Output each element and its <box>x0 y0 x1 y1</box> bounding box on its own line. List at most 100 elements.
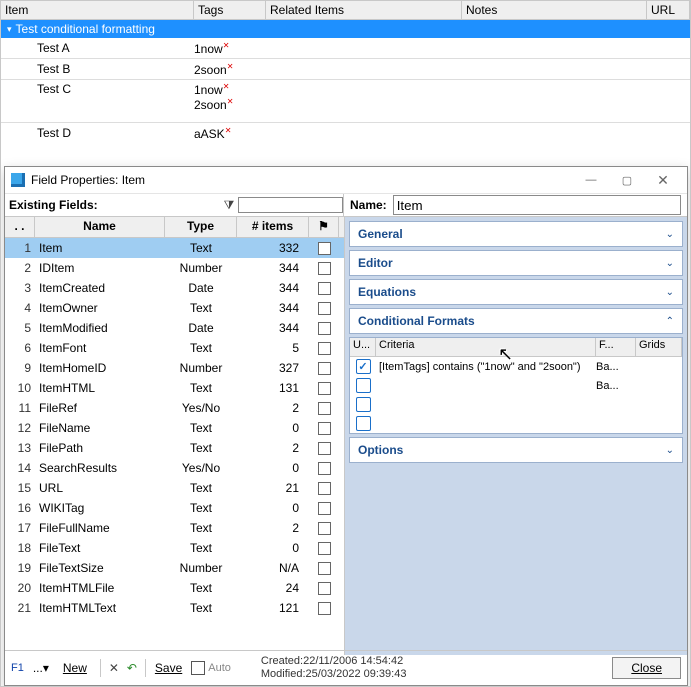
field-row[interactable]: 6 ItemFont Text 5 <box>5 338 344 358</box>
col-flag[interactable]: ⚑ <box>309 217 339 237</box>
section-options[interactable]: Options⌄ <box>349 437 683 463</box>
tags-cell: 2soon✕ <box>194 62 266 77</box>
col-type[interactable]: Type <box>165 217 237 237</box>
row-name: FilePath <box>35 441 165 455</box>
row-flag-checkbox[interactable] <box>318 282 331 295</box>
row-name: FileFullName <box>35 521 165 535</box>
data-row[interactable]: Test C 1now✕2soon✕ <box>1 79 690 122</box>
row-flag-checkbox[interactable] <box>318 502 331 515</box>
cf-row[interactable] <box>350 414 682 433</box>
field-row[interactable]: 11 FileRef Yes/No 2 <box>5 398 344 418</box>
row-flag-checkbox[interactable] <box>318 582 331 595</box>
row-flag-checkbox[interactable] <box>318 442 331 455</box>
maximize-button[interactable]: ▢ <box>609 174 645 187</box>
row-flag-checkbox[interactable] <box>318 342 331 355</box>
cf-col-format[interactable]: F... <box>596 338 636 356</box>
field-row[interactable]: 4 ItemOwner Text 344 <box>5 298 344 318</box>
field-row[interactable]: 15 URL Text 21 <box>5 478 344 498</box>
delete-icon[interactable]: ✕ <box>105 661 123 675</box>
col-tags[interactable]: Tags <box>194 1 266 19</box>
row-flag-checkbox[interactable] <box>318 402 331 415</box>
name-label: Name: <box>350 198 387 212</box>
conditional-formats-grid: U... Criteria F... Grids [ItemTags] cont… <box>349 337 683 434</box>
cf-use-checkbox[interactable] <box>356 416 371 431</box>
field-row[interactable]: 5 ItemModified Date 344 <box>5 318 344 338</box>
cf-col-criteria[interactable]: Criteria <box>376 338 596 356</box>
row-flag-checkbox[interactable] <box>318 542 331 555</box>
name-input[interactable] <box>393 195 681 215</box>
close-button[interactable]: ✕ <box>645 172 681 189</box>
close-dialog-button[interactable]: Close <box>612 657 681 679</box>
row-flag-checkbox[interactable] <box>318 382 331 395</box>
row-index: 15 <box>5 481 35 495</box>
field-row[interactable]: 9 ItemHomeID Number 327 <box>5 358 344 378</box>
cf-col-grids[interactable]: Grids <box>636 338 682 356</box>
field-row[interactable]: 17 FileFullName Text 2 <box>5 518 344 538</box>
section-conditional[interactable]: Conditional Formats⌃ <box>349 308 683 334</box>
group-row[interactable]: ▾ Test conditional formatting <box>1 20 690 38</box>
cf-use-checkbox[interactable] <box>356 359 371 374</box>
cf-use-checkbox[interactable] <box>356 397 371 412</box>
data-row[interactable]: Test D aASK✕ <box>1 122 690 143</box>
undo-icon[interactable]: ↶ <box>123 661 141 675</box>
section-general[interactable]: General⌄ <box>349 221 683 247</box>
row-name: SearchResults <box>35 461 165 475</box>
row-count: 344 <box>237 281 309 295</box>
row-flag-checkbox[interactable] <box>318 522 331 535</box>
field-row[interactable]: 20 ItemHTMLFile Text 24 <box>5 578 344 598</box>
filter-input[interactable] <box>238 197 343 213</box>
row-name: ItemFont <box>35 341 165 355</box>
field-row[interactable]: 19 FileTextSize Number N/A <box>5 558 344 578</box>
col-url[interactable]: URL <box>647 1 690 19</box>
section-editor[interactable]: Editor⌄ <box>349 250 683 276</box>
cf-col-use[interactable]: U... <box>350 338 376 356</box>
row-flag-checkbox[interactable] <box>318 462 331 475</box>
row-name: FileTextSize <box>35 561 165 575</box>
field-row[interactable]: 13 FilePath Text 2 <box>5 438 344 458</box>
field-row[interactable]: 21 ItemHTMLText Text 121 <box>5 598 344 618</box>
col-name[interactable]: Name <box>35 217 165 237</box>
field-row[interactable]: 16 WIKITag Text 0 <box>5 498 344 518</box>
row-flag-checkbox[interactable] <box>318 262 331 275</box>
row-flag-checkbox[interactable] <box>318 242 331 255</box>
field-row[interactable]: 14 SearchResults Yes/No 0 <box>5 458 344 478</box>
row-name: IDItem <box>35 261 165 275</box>
cf-row[interactable] <box>350 395 682 414</box>
field-row[interactable]: 12 FileName Text 0 <box>5 418 344 438</box>
new-button[interactable]: New <box>58 659 92 677</box>
data-row[interactable]: Test B 2soon✕ <box>1 58 690 79</box>
timestamps: Created:22/11/2006 14:54:42 Modified:25/… <box>261 655 407 681</box>
field-row[interactable]: 3 ItemCreated Date 344 <box>5 278 344 298</box>
filter-icon[interactable]: ⧩ <box>220 198 238 213</box>
row-flag-checkbox[interactable] <box>318 302 331 315</box>
cf-row[interactable]: Ba... <box>350 376 682 395</box>
row-flag-checkbox[interactable] <box>318 602 331 615</box>
titlebar[interactable]: Field Properties: Item — ▢ ✕ <box>5 167 687 194</box>
more-button[interactable]: ...▾ <box>28 659 54 677</box>
auto-checkbox[interactable] <box>191 661 205 675</box>
col-index[interactable]: . . <box>5 217 35 237</box>
row-count: 131 <box>237 381 309 395</box>
col-item[interactable]: Item <box>1 1 194 19</box>
field-row[interactable]: 18 FileText Text 0 <box>5 538 344 558</box>
col-notes[interactable]: Notes <box>462 1 647 19</box>
cf-use-checkbox[interactable] <box>356 378 371 393</box>
row-flag-checkbox[interactable] <box>318 482 331 495</box>
col-count[interactable]: # items <box>237 217 309 237</box>
col-related[interactable]: Related Items <box>266 1 462 19</box>
field-row[interactable]: 1 Item Text 332 <box>5 238 344 258</box>
minimize-button[interactable]: — <box>573 174 609 186</box>
row-type: Text <box>165 541 237 555</box>
cf-row[interactable]: [ItemTags] contains ("1now" and "2soon")… <box>350 357 682 376</box>
row-flag-checkbox[interactable] <box>318 422 331 435</box>
row-flag-checkbox[interactable] <box>318 362 331 375</box>
save-button[interactable]: Save <box>150 659 187 677</box>
field-row[interactable]: 2 IDItem Number 344 <box>5 258 344 278</box>
data-row[interactable]: Test A 1now✕ <box>1 38 690 58</box>
field-row[interactable]: 10 ItemHTML Text 131 <box>5 378 344 398</box>
row-flag-checkbox[interactable] <box>318 322 331 335</box>
row-type: Text <box>165 341 237 355</box>
section-equations[interactable]: Equations⌄ <box>349 279 683 305</box>
row-flag-checkbox[interactable] <box>318 562 331 575</box>
help-f1[interactable]: F1 <box>11 662 24 674</box>
